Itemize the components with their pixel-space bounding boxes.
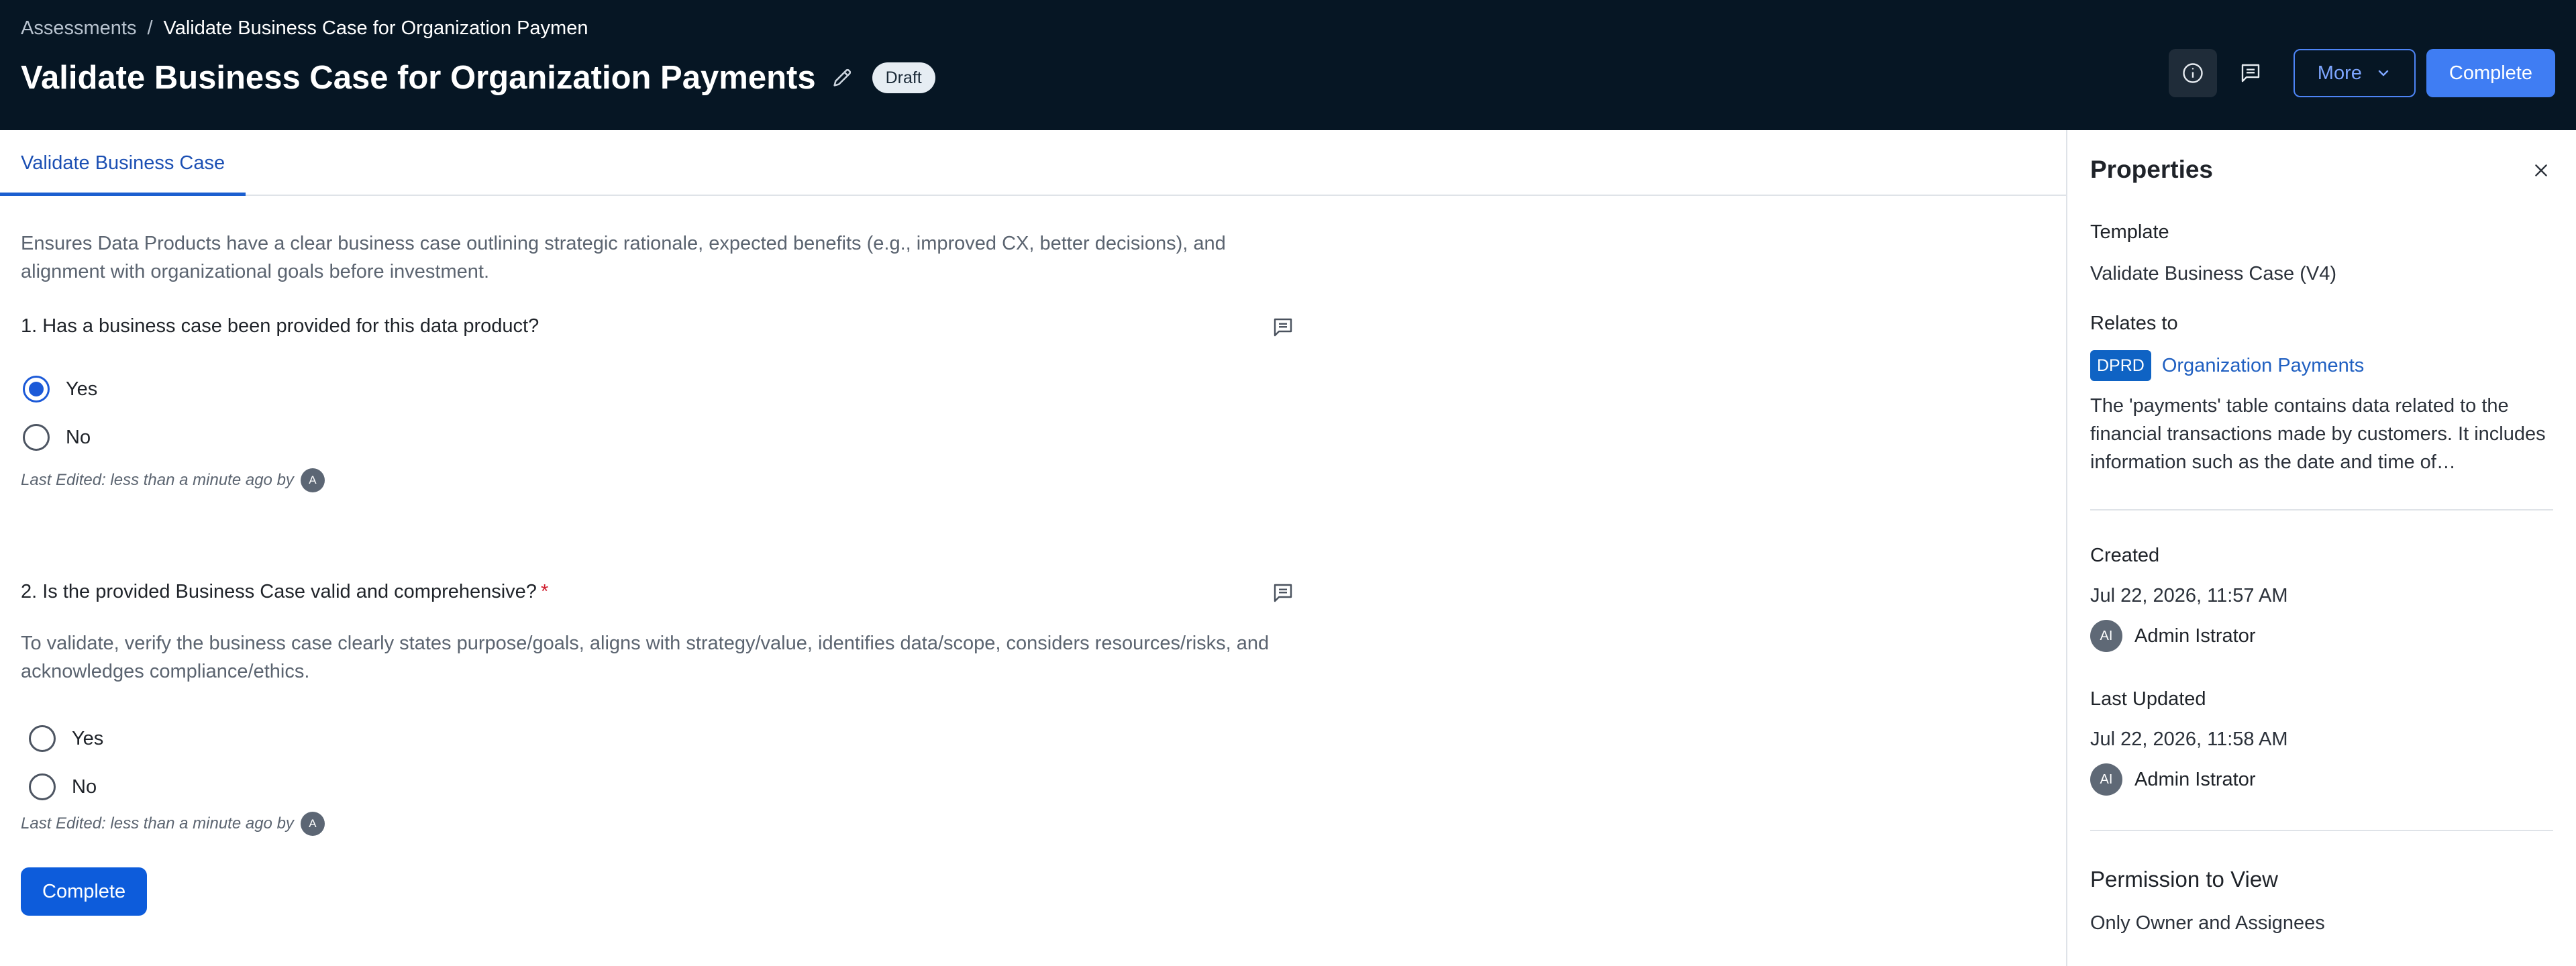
entity-type-badge: DPRD — [2090, 350, 2151, 381]
question-2-last-edited: Last Edited: less than a minute ago by A — [21, 812, 325, 836]
comment-icon[interactable] — [1271, 581, 1295, 605]
created-by-name: Admin Istrator — [2134, 625, 2256, 647]
complete-button[interactable]: Complete — [21, 867, 148, 916]
divider — [2090, 509, 2553, 511]
page-header: Assessments / Validate Business Case for… — [0, 0, 2576, 130]
created-label: Created — [2090, 545, 2160, 566]
avatar: AI — [2090, 620, 2122, 652]
assessment-main: Validate Business Case Ensures Data Prod… — [0, 130, 2066, 966]
last-updated-label: Last Updated — [2090, 688, 2206, 710]
comment-icon — [2238, 61, 2263, 85]
question-2-option-yes[interactable]: Yes — [29, 724, 103, 753]
comments-button[interactable] — [2226, 49, 2275, 97]
avatar: A — [300, 812, 325, 836]
properties-title: Properties — [2090, 156, 2214, 183]
tab-bar: Validate Business Case — [0, 130, 2066, 196]
avatar: AI — [2090, 763, 2122, 796]
permission-value: Only Owner and Assignees — [2090, 912, 2325, 934]
template-label: Template — [2090, 221, 2169, 243]
question-2-help-text: To validate, verify the business case cl… — [21, 633, 1270, 682]
question-2-option-no[interactable]: No — [29, 772, 97, 802]
option-label: No — [66, 426, 91, 448]
more-button[interactable]: More — [2293, 49, 2416, 97]
assessment-description: Ensures Data Products have a clear busin… — [21, 233, 1226, 282]
breadcrumb: Assessments / Validate Business Case for… — [21, 16, 588, 40]
comment-icon[interactable] — [1271, 315, 1295, 339]
required-mark: * — [540, 581, 549, 602]
more-button-label: More — [2317, 62, 2362, 84]
related-entity-link[interactable]: Organization Payments — [2162, 355, 2364, 377]
status-badge: Draft — [872, 62, 935, 93]
relates-to-label: Relates to — [2090, 313, 2178, 334]
close-icon[interactable] — [2530, 160, 2552, 181]
radio-button[interactable] — [29, 773, 56, 800]
info-icon — [2181, 61, 2205, 85]
question-2-title-text: 2. Is the provided Business Case valid a… — [21, 581, 537, 602]
last-edited-text: Last Edited: less than a minute ago by — [21, 471, 294, 489]
template-value: Validate Business Case (V4) — [2090, 263, 2336, 284]
page-title: Validate Business Case for Organization … — [21, 60, 816, 96]
breadcrumb-current: Validate Business Case for Organization … — [163, 17, 588, 39]
related-entity-description: The 'payments' table contains data relat… — [2090, 395, 2546, 473]
question-2-title: 2. Is the provided Business Case valid a… — [21, 578, 548, 605]
divider — [2090, 830, 2553, 831]
radio-button[interactable] — [29, 725, 56, 752]
radio-button-checked[interactable] — [23, 376, 50, 402]
complete-header-button[interactable]: Complete — [2426, 49, 2555, 97]
option-label: Yes — [66, 378, 98, 400]
option-label: Yes — [72, 727, 104, 749]
last-edited-text: Last Edited: less than a minute ago by — [21, 814, 294, 833]
updated-by-name: Admin Istrator — [2134, 768, 2256, 790]
header-actions: More Complete — [2168, 48, 2555, 98]
created-date: Jul 22, 2026, 11:57 AM — [2090, 585, 2288, 606]
created-by-user: AI Admin Istrator — [2090, 620, 2256, 652]
breadcrumb-assessments-link[interactable]: Assessments — [21, 16, 136, 40]
last-updated-date: Jul 22, 2026, 11:58 AM — [2090, 729, 2288, 750]
properties-panel: Properties Template Validate Business Ca… — [2066, 130, 2576, 966]
question-1-option-yes[interactable]: Yes — [23, 374, 97, 404]
question-1-last-edited: Last Edited: less than a minute ago by A — [21, 468, 325, 492]
option-label: No — [72, 775, 97, 798]
relates-to-row: DPRD Organization Payments — [2090, 350, 2364, 382]
pencil-icon[interactable] — [831, 66, 854, 89]
question-1-title: 1. Has a business case been provided for… — [21, 315, 539, 337]
title-row: Validate Business Case for Organization … — [21, 56, 935, 99]
updated-by-user: AI Admin Istrator — [2090, 763, 2256, 796]
question-1-option-no[interactable]: No — [23, 423, 91, 452]
tab-validate-business-case[interactable]: Validate Business Case — [0, 130, 246, 196]
permission-title: Permission to View — [2090, 867, 2279, 892]
avatar: A — [300, 468, 325, 492]
radio-button[interactable] — [23, 424, 50, 451]
breadcrumb-separator: / — [147, 17, 153, 39]
info-button[interactable] — [2168, 49, 2217, 97]
chevron-down-icon — [2378, 70, 2389, 76]
